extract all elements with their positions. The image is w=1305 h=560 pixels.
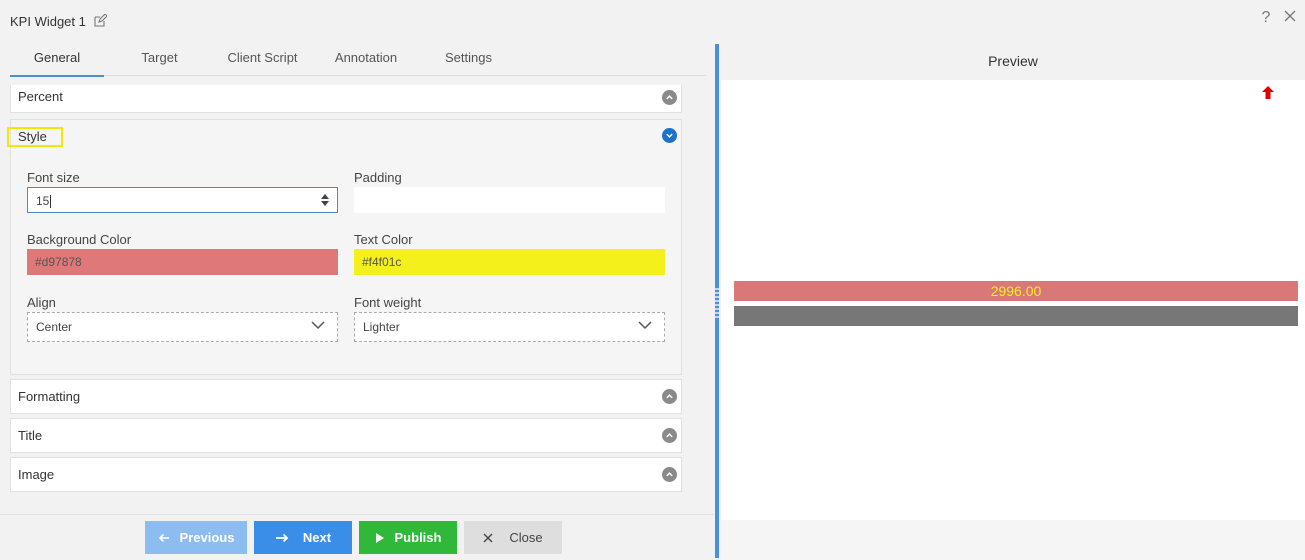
section-style: Style Font size 15 Padding Background Co… [7, 119, 682, 375]
tab-client-script[interactable]: Client Script [215, 42, 310, 76]
section-title-label: Title [18, 428, 43, 443]
action-bar: Previous Next Publish Close [0, 514, 714, 560]
tab-settings[interactable]: Settings [422, 42, 515, 76]
play-icon [375, 532, 384, 543]
section-title[interactable]: Title [10, 418, 682, 453]
tab-general[interactable]: General [10, 42, 104, 77]
align-label: Align [27, 295, 56, 310]
section-style-label[interactable]: Style [7, 127, 63, 147]
close-icon[interactable] [1283, 10, 1297, 26]
arrow-up-icon [1262, 86, 1274, 99]
window-title: KPI Widget 1 [10, 13, 86, 29]
section-formatting-label: Formatting [18, 389, 81, 404]
align-select[interactable]: Center [27, 312, 338, 342]
background-color-label: Background Color [27, 232, 132, 247]
close-button[interactable]: Close [464, 521, 562, 554]
font-size-label: Font size [27, 170, 80, 185]
tab-target[interactable]: Target [104, 42, 215, 76]
close-icon [483, 533, 493, 542]
section-percent-label: Percent [18, 89, 63, 104]
tab-bar: General Target Client Script Annotation … [10, 42, 706, 77]
section-formatting[interactable]: Formatting [10, 379, 682, 414]
kpi-progress-track [734, 306, 1298, 326]
chevron-up-icon[interactable] [662, 389, 677, 404]
chevron-up-icon[interactable] [662, 90, 677, 105]
tab-annotation[interactable]: Annotation [310, 42, 422, 76]
section-formatting-header[interactable]: Formatting [11, 380, 681, 413]
section-title-header[interactable]: Title [11, 419, 681, 452]
question-icon[interactable]: ? [1259, 10, 1273, 26]
section-image[interactable]: Image [10, 457, 682, 492]
chevron-down-icon [311, 321, 325, 330]
close-button-label: Close [509, 530, 543, 545]
background-color-input[interactable]: #d97878 [27, 249, 338, 275]
chevron-up-icon[interactable] [662, 467, 677, 482]
section-image-header[interactable]: Image [11, 458, 681, 491]
preview-panel: Preview 2996.00 [721, 42, 1305, 560]
arrow-left-icon [158, 533, 169, 542]
chevron-down-icon [638, 321, 652, 330]
next-button[interactable]: Next [254, 521, 352, 554]
spinner-icon[interactable] [321, 193, 329, 207]
arrow-right-icon [275, 533, 289, 542]
padding-label: Padding [354, 170, 402, 185]
font-weight-value: Lighter [363, 320, 400, 334]
preview-footer [721, 520, 1305, 560]
text-color-input[interactable]: #f4f01c [354, 249, 665, 275]
splitter-handle[interactable] [715, 286, 719, 318]
publish-button-label: Publish [394, 530, 442, 545]
chevron-down-icon[interactable] [662, 128, 677, 143]
previous-button[interactable]: Previous [145, 521, 247, 554]
chevron-up-icon[interactable] [662, 428, 677, 443]
next-button-label: Next [302, 530, 332, 545]
previous-button-label: Previous [179, 530, 235, 545]
font-size-value: 15 [36, 194, 50, 208]
preview-body: 2996.00 [721, 80, 1305, 520]
padding-input[interactable] [354, 187, 665, 213]
text-color-label: Text Color [354, 232, 413, 247]
font-weight-label: Font weight [354, 295, 422, 310]
edit-icon[interactable] [93, 13, 108, 28]
font-size-input[interactable]: 15 [27, 187, 338, 213]
align-value: Center [36, 320, 73, 334]
window-titlebar: KPI Widget 1 ? [0, 0, 1305, 42]
section-image-label: Image [18, 467, 55, 482]
publish-button[interactable]: Publish [359, 521, 457, 554]
font-weight-select[interactable]: Lighter [354, 312, 665, 342]
kpi-value: 2996.00 [734, 281, 1298, 301]
section-percent[interactable]: Percent [10, 85, 682, 113]
settings-panel: General Target Client Script Annotation … [0, 42, 714, 518]
preview-title: Preview [721, 42, 1305, 80]
section-percent-header[interactable]: Percent [11, 85, 681, 113]
